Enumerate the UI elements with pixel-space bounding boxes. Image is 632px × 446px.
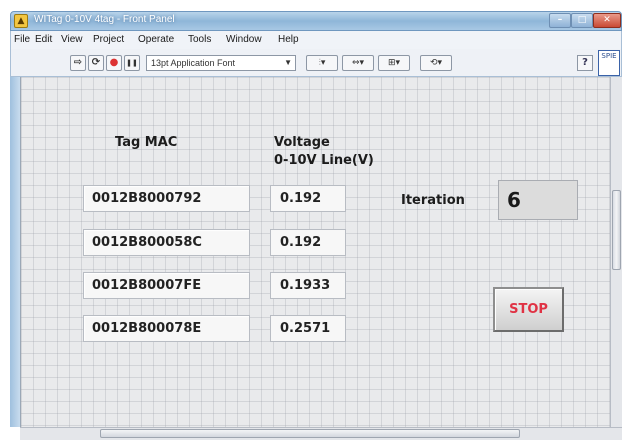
voltage-indicator-2: 0.192 <box>270 229 346 256</box>
window-title: WITag 0-10V 4tag - Front Panel <box>34 14 175 25</box>
close-button[interactable]: ✕ <box>593 13 621 28</box>
context-help-icon[interactable]: ? <box>577 55 593 71</box>
menu-window[interactable]: Window <box>226 34 262 48</box>
stop-button[interactable]: STOP <box>493 287 564 332</box>
mac-indicator-1: 0012B8000792 <box>83 185 250 212</box>
labview-vi-icon: ▲ <box>14 14 28 28</box>
resize-objects-icon[interactable]: ⊞▾ <box>378 55 410 71</box>
maximize-button[interactable]: □ <box>571 13 593 28</box>
run-arrow-icon[interactable]: ⇨ <box>70 55 86 71</box>
menu-tools[interactable]: Tools <box>188 34 211 48</box>
menu-edit[interactable]: Edit <box>35 34 52 48</box>
mac-indicator-3: 0012B80007FE <box>83 272 250 299</box>
chevron-down-icon: ▼ <box>284 58 292 67</box>
menu-operate[interactable]: Operate <box>138 34 174 48</box>
iteration-label: Iteration <box>401 193 465 208</box>
distribute-objects-icon[interactable]: ⇔▾ <box>342 55 374 71</box>
reorder-icon[interactable]: ⟲▾ <box>420 55 452 71</box>
font-selector-value: 13pt Application Font <box>151 58 236 68</box>
vertical-scroll-thumb[interactable] <box>612 190 621 270</box>
horizontal-scroll-thumb[interactable] <box>100 429 520 438</box>
abort-icon[interactable]: ● <box>106 55 122 71</box>
mac-indicator-2: 0012B800058C <box>83 229 250 256</box>
voltage-indicator-1: 0.192 <box>270 185 346 212</box>
menu-file[interactable]: File <box>14 34 30 48</box>
tag-mac-header: Tag MAC <box>115 135 178 150</box>
menu-help[interactable]: Help <box>278 34 299 48</box>
pause-icon[interactable]: ❚❚ <box>124 55 140 71</box>
voltage-indicator-4: 0.2571 <box>270 315 346 342</box>
font-selector[interactable]: 13pt Application Font ▼ <box>146 55 296 71</box>
voltage-range-header: 0-10V Line(V) <box>274 153 374 168</box>
mac-indicator-4: 0012B800078E <box>83 315 250 342</box>
vi-icon-thumbnail: SPIE <box>598 50 620 76</box>
voltage-indicator-3: 0.1933 <box>270 272 346 299</box>
window-left-border <box>10 77 20 427</box>
menu-project[interactable]: Project <box>93 34 124 48</box>
minimize-button[interactable]: – <box>549 13 571 28</box>
iteration-indicator: 6 <box>498 180 578 220</box>
align-objects-icon[interactable]: ⫶▾ <box>306 55 338 71</box>
voltage-header: Voltage <box>274 135 330 150</box>
menu-view[interactable]: View <box>61 34 83 48</box>
run-continuously-icon[interactable]: ⟳ <box>88 55 104 71</box>
